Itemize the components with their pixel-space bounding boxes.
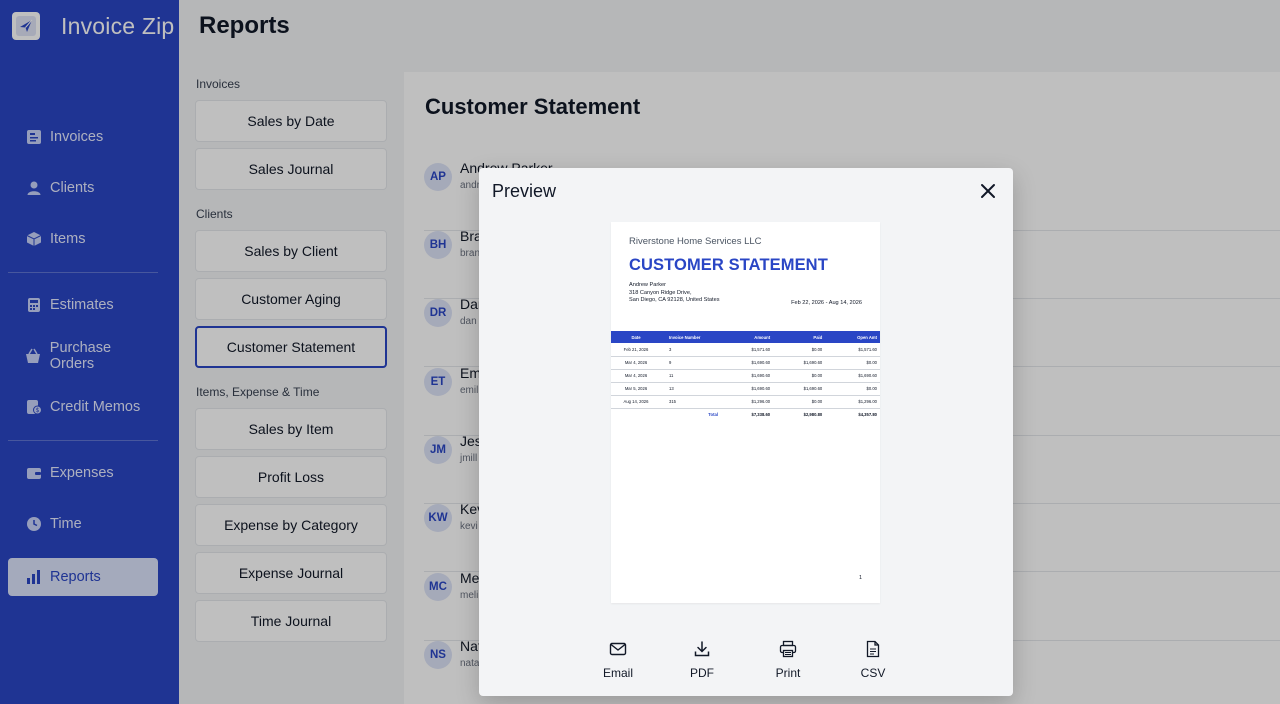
action-label: PDF xyxy=(690,666,714,680)
action-label: Email xyxy=(602,666,633,680)
doc-address-line: 318 Canyon Ridge Drive, xyxy=(629,289,692,296)
doc-cell: 9 xyxy=(661,356,721,370)
print-button[interactable]: Print xyxy=(758,638,818,686)
doc-cell: Mar 5, 2026 xyxy=(611,382,661,396)
doc-cell: Feb 21, 2026 xyxy=(611,343,661,357)
doc-table-row: Feb 21, 2026 3 $1,571.60 $0.00 $1,571.60 xyxy=(611,343,880,357)
doc-cell xyxy=(611,408,661,421)
doc-table: Date Invoice Number Amount Paid Open Amt… xyxy=(611,331,880,421)
doc-table-row: Mar 4, 2026 11 $1,690.60 $0.00 $1,690.60 xyxy=(611,369,880,383)
doc-table-row: Mar 5, 2026 13 $1,690.60 $1,690.60 $0.00 xyxy=(611,382,880,396)
doc-col-header: Open Amt xyxy=(825,331,880,343)
doc-col-header: Paid xyxy=(773,331,826,343)
doc-total-amount: $7,338.60 xyxy=(751,412,771,418)
doc-page-number: 1 xyxy=(858,575,862,581)
doc-cell: $1,690.60 xyxy=(825,369,880,383)
doc-cell: $1,690.60 xyxy=(721,356,774,370)
modal-title: Preview xyxy=(492,181,557,201)
doc-cell: 3 xyxy=(661,343,721,357)
doc-cell: Mar 4, 2026 xyxy=(611,356,661,370)
csv-button[interactable]: CSV xyxy=(843,638,903,686)
doc-total-label: Total xyxy=(708,412,718,418)
envelope-icon xyxy=(609,642,627,656)
doc-cell: Mar 4, 2026 xyxy=(611,369,661,383)
doc-cell: 11 xyxy=(661,369,721,383)
doc-address: Andrew Parker 318 Canyon Ridge Drive, Sa… xyxy=(629,282,720,305)
preview-modal: Preview Riverstone Home Services LLC CUS… xyxy=(479,168,1013,696)
doc-cell: Aug 14, 2026 xyxy=(611,395,661,409)
doc-col-header: Amount xyxy=(721,331,774,343)
doc-col-header: Date xyxy=(611,331,661,343)
doc-cell: $0.00 xyxy=(825,356,880,370)
statement-preview: Riverstone Home Services LLC CUSTOMER ST… xyxy=(611,222,880,603)
doc-cell: $1,690.60 xyxy=(721,369,774,383)
action-label: CSV xyxy=(860,666,886,680)
action-label: Print xyxy=(775,666,801,680)
doc-cell: $0.00 xyxy=(825,382,880,396)
csv-file-icon xyxy=(866,640,880,658)
doc-title: CUSTOMER STATEMENT xyxy=(629,256,828,274)
doc-cell: $1,571.60 xyxy=(721,343,774,357)
doc-cell: $1,296.00 xyxy=(825,395,880,409)
doc-table-header: Date Invoice Number Amount Paid Open Amt xyxy=(611,331,880,343)
doc-total-row: Total $7,338.60 $2,980.80 $4,357.80 xyxy=(611,408,880,421)
close-icon[interactable] xyxy=(979,182,997,200)
doc-cell: $0.00 xyxy=(773,369,826,383)
doc-cell: $0.00 xyxy=(773,395,826,409)
doc-col-header: Invoice Number xyxy=(661,331,721,343)
printer-icon xyxy=(779,640,797,658)
doc-total-open: $4,357.80 xyxy=(858,412,877,418)
doc-cell: $1,296.00 xyxy=(721,395,774,409)
doc-cell: $1,690.60 xyxy=(773,382,826,396)
doc-period: Feb 22, 2026 - Aug 14, 2026 xyxy=(791,300,862,306)
doc-customer-name: Andrew Parker xyxy=(629,282,666,288)
preview-actions: Email PDF Print CSV xyxy=(576,638,960,686)
doc-table-row: Mar 4, 2026 9 $1,690.60 $1,690.60 $0.00 xyxy=(611,356,880,370)
doc-cell: $0.00 xyxy=(773,343,826,357)
doc-cell: $1,690.60 xyxy=(721,382,774,396)
doc-table-row: Aug 14, 2026 315 $1,296.00 $0.00 $1,296.… xyxy=(611,395,880,409)
doc-cell: $1,690.60 xyxy=(773,356,826,370)
doc-cell: 315 xyxy=(661,395,721,409)
download-icon xyxy=(694,641,710,657)
doc-address-line: San Diego, CA 92128, United States xyxy=(629,297,720,304)
doc-cell: 13 xyxy=(661,382,721,396)
doc-total-paid: $2,980.80 xyxy=(803,412,823,418)
doc-company: Riverstone Home Services LLC xyxy=(629,236,762,247)
email-button[interactable]: Email xyxy=(588,638,648,686)
pdf-button[interactable]: PDF xyxy=(672,638,732,686)
doc-cell: $1,571.60 xyxy=(825,343,880,357)
